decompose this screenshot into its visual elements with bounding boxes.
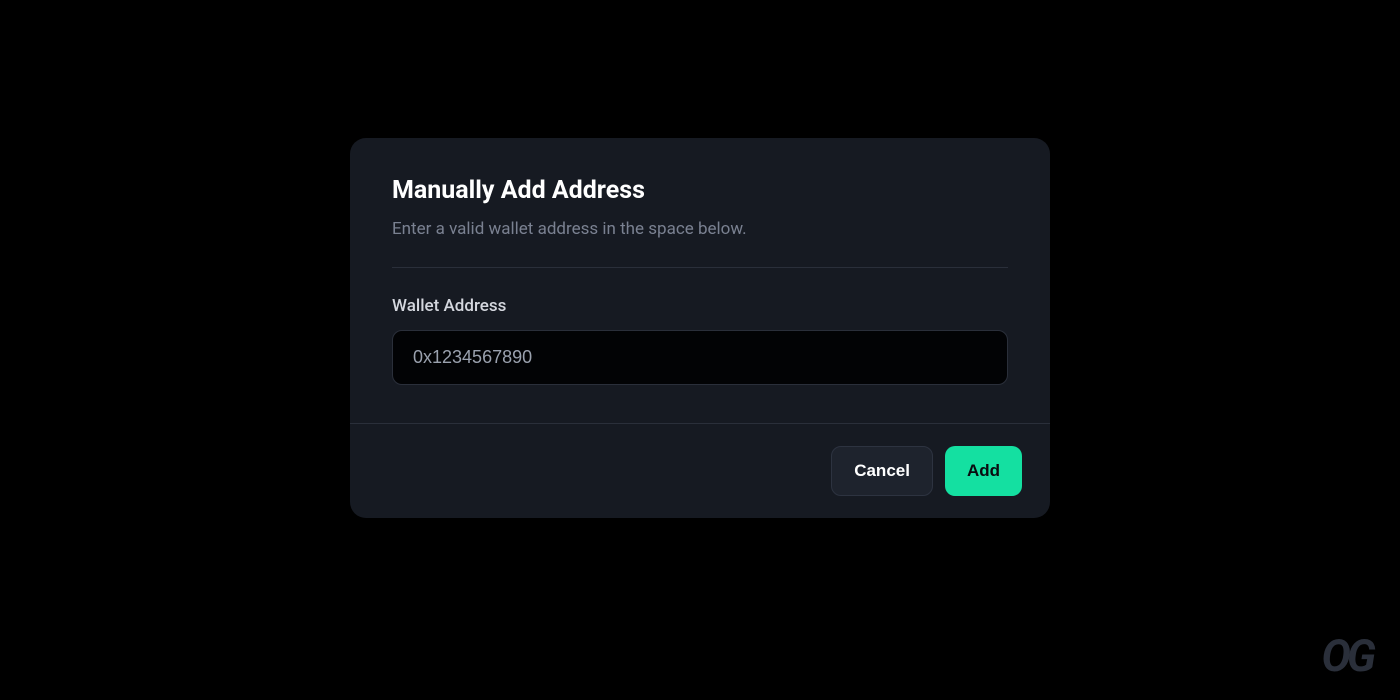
modal-title: Manually Add Address bbox=[392, 176, 1008, 205]
modal-body: Manually Add Address Enter a valid walle… bbox=[350, 138, 1050, 423]
add-address-modal: Manually Add Address Enter a valid walle… bbox=[350, 138, 1050, 518]
modal-subtitle: Enter a valid wallet address in the spac… bbox=[392, 219, 1008, 239]
brand-logo: OG bbox=[1321, 630, 1372, 682]
add-button[interactable]: Add bbox=[945, 446, 1022, 496]
modal-footer: Cancel Add bbox=[350, 423, 1050, 518]
divider bbox=[392, 267, 1008, 268]
cancel-button[interactable]: Cancel bbox=[831, 446, 933, 496]
wallet-address-input[interactable] bbox=[392, 330, 1008, 385]
wallet-address-label: Wallet Address bbox=[392, 296, 1008, 316]
